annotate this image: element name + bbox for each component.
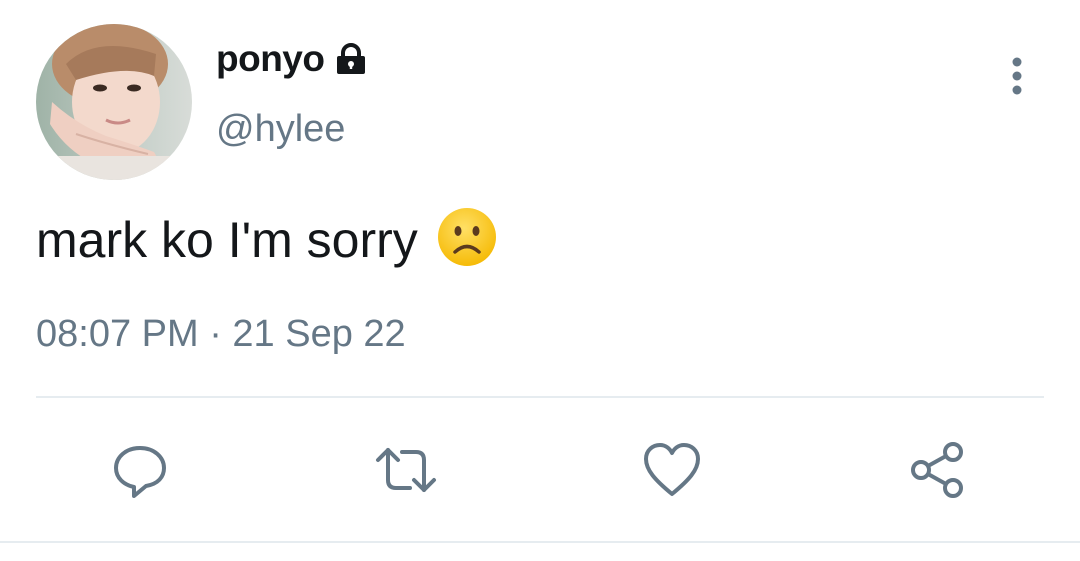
tweet-text: mark ko I'm sorry: [36, 206, 498, 273]
like-button[interactable]: [632, 430, 712, 510]
divider: [36, 396, 1044, 398]
bottom-divider: [0, 541, 1080, 543]
user-handle[interactable]: @hylee: [216, 108, 345, 151]
share-button[interactable]: [898, 430, 978, 510]
reply-icon: [114, 446, 166, 498]
reply-button[interactable]: [100, 430, 180, 510]
avatar[interactable]: [36, 24, 192, 180]
retweet-button[interactable]: [366, 430, 446, 510]
frowning-face-icon: [436, 206, 498, 273]
name-row: ponyo: [216, 38, 368, 80]
action-bar: [0, 430, 1080, 510]
more-vertical-icon: [1012, 57, 1022, 95]
display-name[interactable]: ponyo: [216, 38, 325, 80]
share-icon: [911, 442, 963, 498]
tweet-body: mark ko I'm sorry: [36, 211, 418, 268]
timestamp[interactable]: 08:07 PM · 21 Sep 22: [36, 313, 406, 356]
lock-icon: [334, 42, 368, 80]
more-options-button[interactable]: [1000, 52, 1034, 100]
retweet-icon: [376, 448, 436, 492]
heart-icon: [644, 443, 700, 496]
